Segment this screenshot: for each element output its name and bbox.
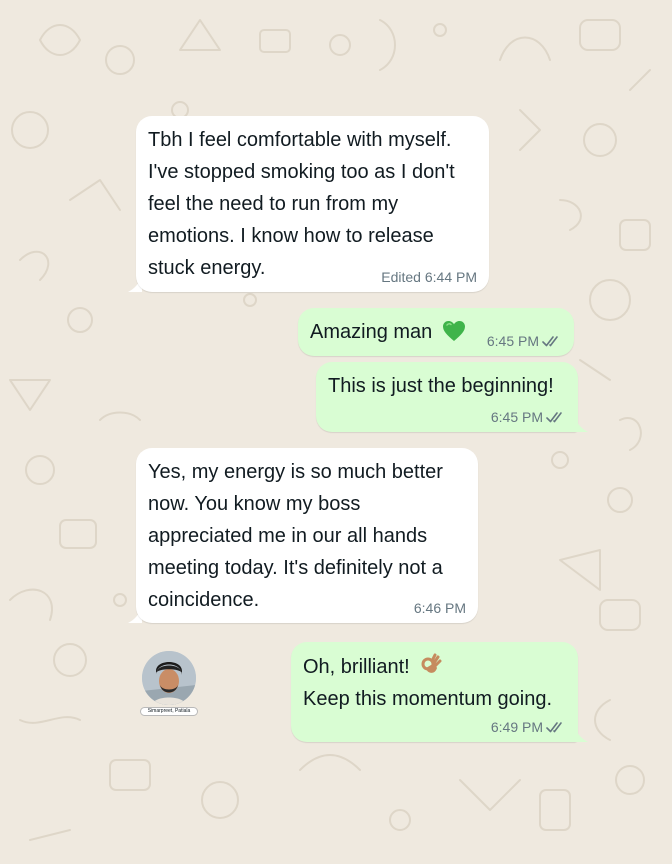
message-bubble-outgoing[interactable]: Amazing man 6:45 PM [298, 308, 574, 356]
message-time: 6:49 PM [490, 719, 543, 735]
double-check-icon [542, 335, 558, 346]
message-meta: 6:45 PM [487, 333, 562, 349]
message-text: Keep this momentum going. [303, 688, 553, 710]
ok-hand-icon [421, 653, 442, 673]
message-meta: 6:49 PM [491, 719, 566, 735]
double-check-icon [546, 411, 562, 422]
message-text: This is just the beginning! [328, 375, 554, 397]
contact-avatar[interactable]: Simarpreet, Patiala [140, 651, 198, 716]
message-bubble-incoming[interactable]: Yes, my energy is so much better now. Yo… [136, 448, 478, 623]
message-bubble-outgoing[interactable]: Oh, brilliant! Keep this momentum going.… [291, 642, 578, 742]
avatar [142, 651, 196, 705]
message-text: Oh, brilliant! [303, 656, 410, 678]
message-time: 6:45 PM [486, 333, 539, 349]
bubble-tail [574, 726, 588, 742]
message-meta: Edited 6:44 PM [381, 269, 477, 285]
message-text: Amazing man [310, 321, 433, 343]
green-heart-icon [442, 321, 465, 341]
message-time: 6:46 PM [413, 600, 466, 616]
message-bubble-incoming[interactable]: Tbh I feel comfortable with myself. I've… [136, 116, 489, 292]
message-meta: 6:46 PM [414, 600, 466, 616]
message-meta: 6:45 PM [491, 409, 566, 425]
message-line: Oh, brilliant! [303, 651, 566, 683]
message-text: Tbh I feel comfortable with myself. I've… [148, 129, 455, 279]
message-time: 6:45 PM [490, 409, 543, 425]
message-time: Edited 6:44 PM [381, 269, 477, 285]
double-check-icon [546, 721, 562, 732]
avatar-caption: Simarpreet, Patiala [140, 707, 198, 716]
message-text: Yes, my energy is so much better now. Yo… [148, 461, 443, 611]
message-bubble-outgoing[interactable]: This is just the beginning! 6:45 PM [316, 362, 578, 432]
profile-photo-icon [142, 651, 196, 705]
bubble-tail [574, 416, 588, 432]
